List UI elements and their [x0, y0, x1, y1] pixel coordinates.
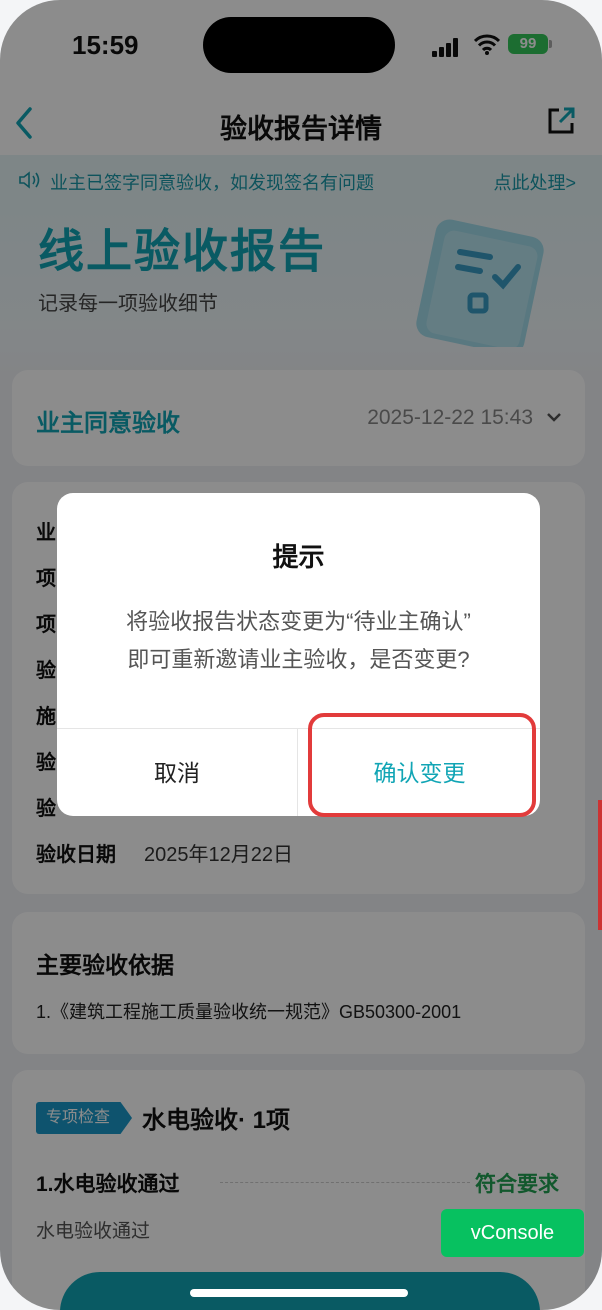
cancel-button[interactable]: 取消 — [57, 729, 298, 816]
home-indicator[interactable] — [190, 1289, 408, 1297]
dialog-title: 提示 — [272, 542, 325, 572]
dialog-message-line: 将验收报告状态变更为“待业主确认” — [126, 609, 471, 634]
side-edge-strip — [598, 800, 602, 930]
vconsole-button[interactable]: vConsole — [441, 1209, 584, 1257]
dialog-message: 将验收报告状态变更为“待业主确认” 即可重新邀请业主验收，是否变更? — [57, 603, 540, 679]
phone-screen: 15:59 99 验收报告详情 业主已签字同意验收，如发现签名有问题 点此处理> — [0, 0, 602, 1310]
highlight-box — [308, 713, 536, 817]
dialog-message-line: 即可重新邀请业主验收，是否变更? — [127, 647, 470, 672]
